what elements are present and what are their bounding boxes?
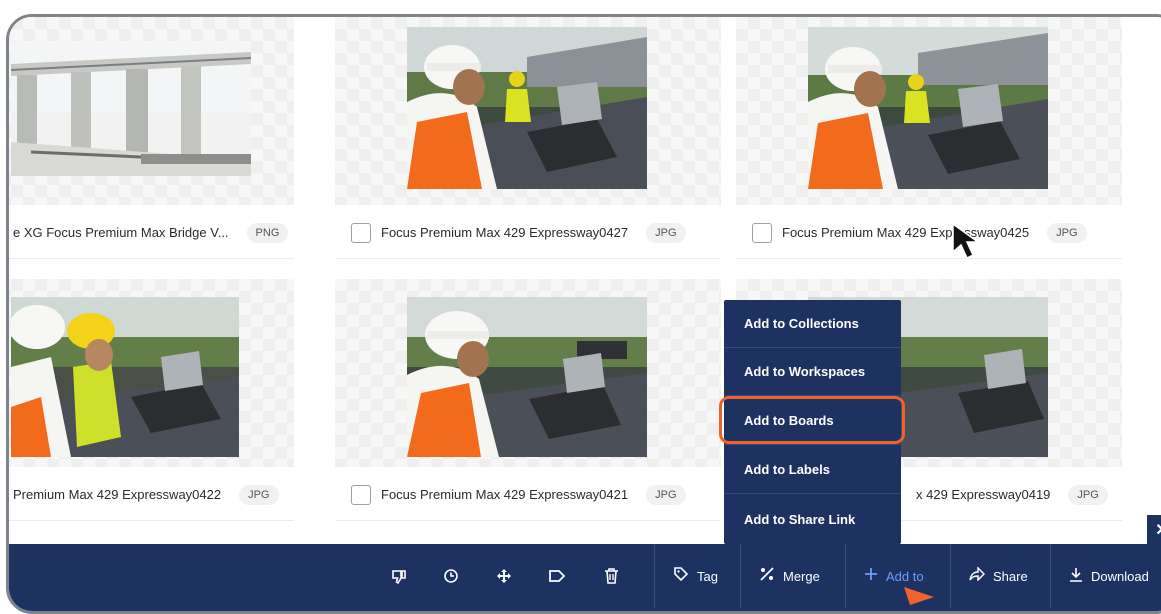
asset-card[interactable]: Focus Premium Max 429 Expressway0427 JPG bbox=[335, 17, 721, 262]
asset-filename: Focus Premium Max 429 Expressway0425 bbox=[782, 225, 1030, 240]
asset-type-badge: JPG bbox=[646, 484, 686, 505]
asset-type-badge: JPG bbox=[1068, 484, 1108, 505]
asset-card[interactable]: Focus Premium Max 429 Expressway0425 JPG bbox=[736, 17, 1122, 262]
highlight-box bbox=[719, 396, 905, 444]
asset-card[interactable]: Premium Max 429 Expressway0422 JPG bbox=[9, 279, 294, 524]
asset-thumbnail[interactable] bbox=[9, 17, 294, 205]
app-window: e XG Focus Premium Max Bridge V... PNG F… bbox=[6, 14, 1161, 614]
label-icon[interactable] bbox=[542, 544, 572, 608]
asset-meta: Focus Premium Max 429 Expressway0427 JPG bbox=[335, 207, 721, 259]
worker-laptop-photo bbox=[808, 27, 1048, 189]
asset-type-badge: JPG bbox=[1047, 222, 1087, 243]
download-button[interactable]: Download bbox=[1050, 544, 1161, 608]
merge-icon bbox=[759, 566, 775, 586]
bridge-photo bbox=[11, 42, 251, 176]
menu-item-label: Add to Share Link bbox=[744, 511, 856, 527]
download-label: Download bbox=[1091, 568, 1149, 584]
asset-grid: e XG Focus Premium Max Bridge V... PNG F… bbox=[9, 17, 1161, 557]
asset-type-badge: JPG bbox=[239, 484, 279, 505]
asset-filename: Focus Premium Max 429 Expressway0421 bbox=[381, 487, 629, 502]
asset-meta: Focus Premium Max 429 Expressway0425 JPG bbox=[736, 207, 1122, 259]
menu-item-add-to-labels[interactable]: Add to Labels bbox=[724, 446, 901, 494]
bulk-action-toolbar: Tag Merge Add to Share Download bbox=[9, 544, 1161, 611]
asset-thumbnail[interactable] bbox=[736, 17, 1122, 205]
merge-button[interactable]: Merge bbox=[740, 544, 845, 608]
menu-item-label: Add to Workspaces bbox=[744, 364, 866, 379]
plus-icon bbox=[864, 567, 878, 585]
asset-meta: e XG Focus Premium Max Bridge V... PNG bbox=[9, 207, 294, 259]
menu-item-add-to-share-link[interactable]: Add to Share Link bbox=[724, 495, 901, 543]
menu-item-add-to-collections[interactable]: Add to Collections bbox=[724, 300, 901, 348]
asset-filename: Premium Max 429 Expressway0422 bbox=[13, 487, 222, 502]
asset-checkbox[interactable] bbox=[351, 222, 371, 243]
asset-filename: Focus Premium Max 429 Expressway0427 bbox=[381, 225, 629, 240]
workers-laptop-photo bbox=[11, 297, 239, 457]
asset-filename: e XG Focus Premium Max Bridge V... bbox=[13, 225, 229, 240]
annotation-arrow-icon bbox=[904, 587, 934, 605]
asset-type-badge: PNG bbox=[246, 222, 289, 243]
close-icon[interactable]: ✕ bbox=[1147, 515, 1161, 545]
clock-icon[interactable] bbox=[436, 544, 466, 608]
download-icon bbox=[1069, 567, 1083, 586]
asset-thumbnail[interactable] bbox=[335, 17, 721, 205]
menu-item-label: Add to Labels bbox=[744, 462, 830, 477]
asset-card[interactable]: Focus Premium Max 429 Expressway0421 JPG bbox=[335, 279, 721, 524]
trash-icon[interactable] bbox=[596, 544, 626, 608]
worker-laptop-photo bbox=[407, 27, 647, 189]
share-button[interactable]: Share bbox=[950, 544, 1050, 608]
tag-label: Tag bbox=[697, 568, 718, 584]
add-to-label: Add to bbox=[886, 568, 924, 584]
asset-meta: Focus Premium Max 429 Expressway0421 JPG bbox=[335, 469, 721, 521]
menu-caret bbox=[867, 544, 881, 551]
asset-filename: x 429 Expressway0419 bbox=[916, 487, 1051, 502]
asset-type-badge: JPG bbox=[646, 222, 686, 243]
tag-icon bbox=[673, 566, 689, 586]
asset-thumbnail[interactable] bbox=[335, 279, 721, 467]
asset-checkbox[interactable] bbox=[351, 484, 371, 505]
asset-card[interactable]: e XG Focus Premium Max Bridge V... PNG bbox=[9, 17, 294, 262]
thumbs-down-icon[interactable] bbox=[384, 544, 414, 608]
menu-item-label: Add to Collections bbox=[744, 316, 859, 331]
asset-thumbnail[interactable] bbox=[9, 279, 294, 467]
asset-checkbox[interactable] bbox=[752, 222, 772, 243]
tag-button[interactable]: Tag bbox=[654, 544, 740, 608]
worker-laptop-photo bbox=[407, 297, 647, 457]
merge-label: Merge bbox=[783, 568, 820, 584]
asset-meta: Premium Max 429 Expressway0422 JPG bbox=[9, 469, 294, 521]
share-icon bbox=[969, 566, 986, 585]
mouse-cursor-icon bbox=[952, 222, 981, 260]
share-label: Share bbox=[993, 568, 1028, 584]
move-icon[interactable] bbox=[489, 544, 519, 608]
menu-item-add-to-workspaces[interactable]: Add to Workspaces bbox=[724, 348, 901, 396]
